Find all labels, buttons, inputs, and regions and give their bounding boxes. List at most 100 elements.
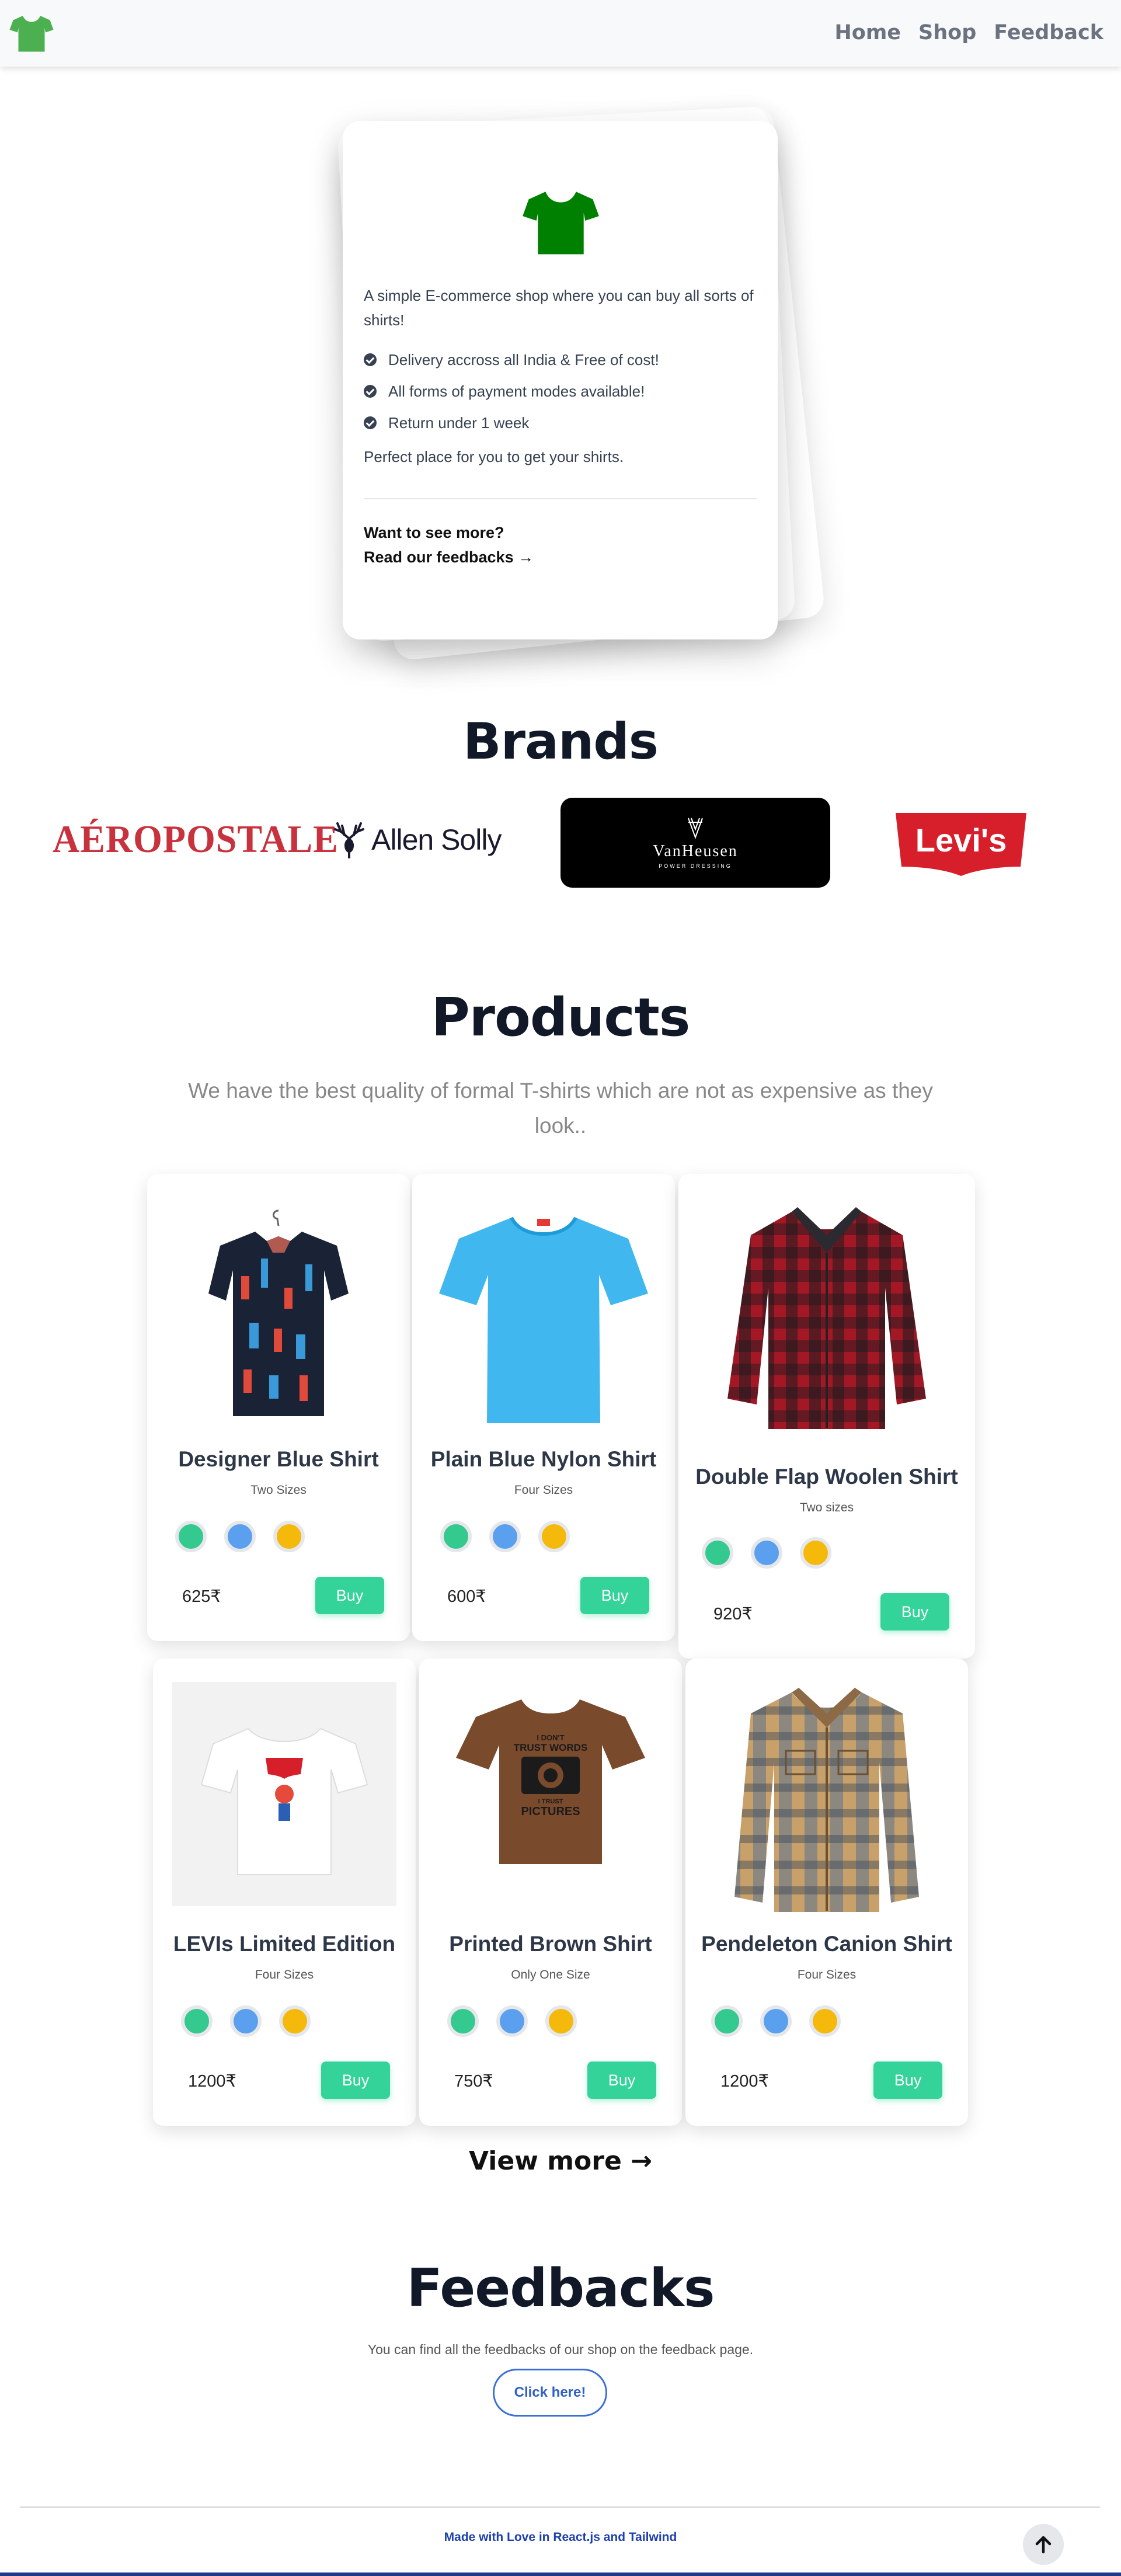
check-circle-icon — [364, 353, 377, 366]
tshirt-icon[interactable] — [9, 14, 54, 53]
woolen-shirt-image — [727, 1207, 926, 1429]
color-swatch-yellow[interactable] — [545, 2005, 577, 2037]
brand-levis-logo: Levi's — [896, 813, 1026, 876]
nav-home-link[interactable]: Home — [835, 21, 901, 44]
brands-title: Brands — [463, 712, 659, 771]
product-card: Pendeleton Canion Shirt Four Sizes 1200₹… — [685, 1659, 968, 2126]
tshirt-icon — [523, 192, 599, 255]
products-title: Products — [431, 987, 691, 1048]
product-sizes: Four Sizes — [797, 1968, 857, 1981]
product-price: 1200₹ — [720, 2072, 769, 2091]
product-name: Designer Blue Shirt — [178, 1447, 379, 1471]
nav-feedback-link[interactable]: Feedback — [994, 21, 1103, 44]
buy-button[interactable]: Buy — [873, 2062, 942, 2099]
color-swatches — [702, 1537, 831, 1569]
products-subtitle: We have the best quality of formal T-shi… — [188, 1079, 933, 1138]
hero-feature-text: All forms of payment modes available! — [388, 382, 645, 400]
check-circle-icon — [364, 385, 377, 398]
product-card: Designer Blue Shirt Two Sizes 625₹ Buy — [147, 1174, 410, 1641]
divider — [364, 498, 757, 499]
color-swatches — [711, 2005, 841, 2037]
deer-antler-icon — [334, 822, 364, 858]
product-name: LEVIs Limited Edition — [173, 1932, 396, 1956]
product-sizes: Only One Size — [511, 1968, 590, 1981]
svg-text:TRUST WORDS: TRUST WORDS — [514, 1742, 588, 1753]
feedbacks-title: Feedbacks — [406, 2258, 715, 2319]
svg-text:I DON'T: I DON'T — [537, 1733, 564, 1742]
brand-vanheusen-logo: VanHeusen POWER DRESSING — [560, 798, 830, 888]
color-swatch-yellow[interactable] — [279, 2005, 311, 2037]
product-sizes: Four Sizes — [255, 1968, 314, 1981]
color-swatch-yellow[interactable] — [809, 2005, 841, 2037]
color-swatches — [175, 1521, 305, 1552]
product-price: 750₹ — [454, 2072, 493, 2091]
color-swatch-blue[interactable] — [496, 2005, 528, 2037]
color-swatch-yellow[interactable] — [800, 1537, 831, 1569]
buy-button[interactable]: Buy — [587, 2062, 656, 2099]
product-card: Plain Blue Nylon Shirt Four Sizes 600₹ B… — [412, 1174, 675, 1641]
hero-feature-item: Return under 1 week — [364, 407, 659, 439]
feedback-click-here-button[interactable]: Click here! — [493, 2369, 607, 2417]
color-swatch-blue[interactable] — [224, 1521, 256, 1552]
color-swatch-blue[interactable] — [489, 1521, 521, 1552]
scroll-to-top-button[interactable] — [1023, 2524, 1064, 2565]
color-swatch-green[interactable] — [711, 2005, 743, 2037]
product-sizes: Two Sizes — [250, 1483, 307, 1497]
nav-links: Home Shop Feedback — [835, 21, 1104, 44]
color-swatch-green[interactable] — [702, 1537, 733, 1569]
hero-feature-item: Delivery accross all India & Free of cos… — [364, 344, 659, 376]
feedbacks-text: You can find all the feedbacks of our sh… — [367, 2342, 754, 2357]
printed-brown-shirt-image: I DON'T TRUST WORDS I TRUST PICTURES — [456, 1699, 645, 1864]
navbar: Home Shop Feedback — [0, 0, 1121, 67]
vanheusen-emblem-icon — [688, 818, 703, 839]
color-swatch-green[interactable] — [447, 2005, 479, 2037]
color-swatch-green[interactable] — [440, 1521, 472, 1552]
product-price: 920₹ — [713, 1605, 753, 1624]
brand-vanheusen-tagline: POWER DRESSING — [659, 863, 732, 869]
hero-more-question: Want to see more? — [364, 524, 504, 541]
buy-button[interactable]: Buy — [321, 2062, 390, 2099]
svg-text:I TRUST: I TRUST — [538, 1798, 563, 1805]
color-swatch-yellow[interactable] — [538, 1521, 570, 1552]
brand-vanheusen-name: VanHeusen — [653, 842, 738, 860]
color-swatch-blue[interactable] — [760, 2005, 792, 2037]
hero-card: A simple E-commerce shop where you can b… — [343, 121, 778, 639]
color-swatch-blue[interactable] — [751, 1537, 782, 1569]
hero-feature-list: Delivery accross all India & Free of cos… — [364, 344, 659, 439]
view-more-link[interactable]: View more → — [0, 2146, 1121, 2176]
brand-aeropostale-logo: AÉROPOSTALE — [53, 817, 339, 861]
color-swatches — [447, 2005, 577, 2037]
color-swatch-blue[interactable] — [230, 2005, 262, 2037]
buy-button[interactable]: Buy — [880, 1593, 949, 1631]
hero-feature-text: Return under 1 week — [388, 413, 530, 432]
bottom-accent-bar — [0, 2572, 1121, 2576]
brand-allen-solly-logo: Allen Solly — [333, 816, 502, 863]
product-name: Plain Blue Nylon Shirt — [430, 1447, 657, 1471]
buy-button[interactable]: Buy — [315, 1577, 384, 1614]
svg-text:PICTURES: PICTURES — [521, 1805, 580, 1818]
product-card: Double Flap Woolen Shirt Two sizes 920₹ … — [678, 1174, 975, 1659]
product-sizes: Four Sizes — [514, 1483, 573, 1497]
footer-credit: Made with Love in React.js and Tailwind — [444, 2530, 677, 2544]
product-price: 625₹ — [182, 1587, 221, 1606]
plain-blue-shirt-image — [439, 1216, 648, 1423]
check-circle-icon — [364, 416, 377, 429]
buy-button[interactable]: Buy — [580, 1577, 649, 1614]
product-card: I DON'T TRUST WORDS I TRUST PICTURES Pri… — [419, 1659, 682, 2126]
product-sizes: Two sizes — [799, 1501, 854, 1514]
hero-feature-text: Delivery accross all India & Free of cos… — [388, 350, 659, 369]
product-name: Printed Brown Shirt — [449, 1932, 652, 1956]
color-swatch-green[interactable] — [181, 2005, 213, 2037]
color-swatch-green[interactable] — [175, 1521, 207, 1552]
color-swatch-yellow[interactable] — [273, 1521, 305, 1552]
product-price: 600₹ — [447, 1587, 486, 1606]
product-name: Pendeleton Canion Shirt — [701, 1932, 952, 1956]
read-feedbacks-link[interactable]: Read our feedbacks → — [364, 548, 534, 566]
nav-shop-link[interactable]: Shop — [918, 21, 976, 44]
footer-divider — [20, 2507, 1100, 2508]
levis-tshirt-image — [172, 1682, 396, 1906]
color-swatches — [181, 2005, 311, 2037]
product-name: Double Flap Woolen Shirt — [695, 1465, 958, 1489]
product-price: 1200₹ — [188, 2072, 236, 2091]
color-swatches — [440, 1521, 570, 1552]
